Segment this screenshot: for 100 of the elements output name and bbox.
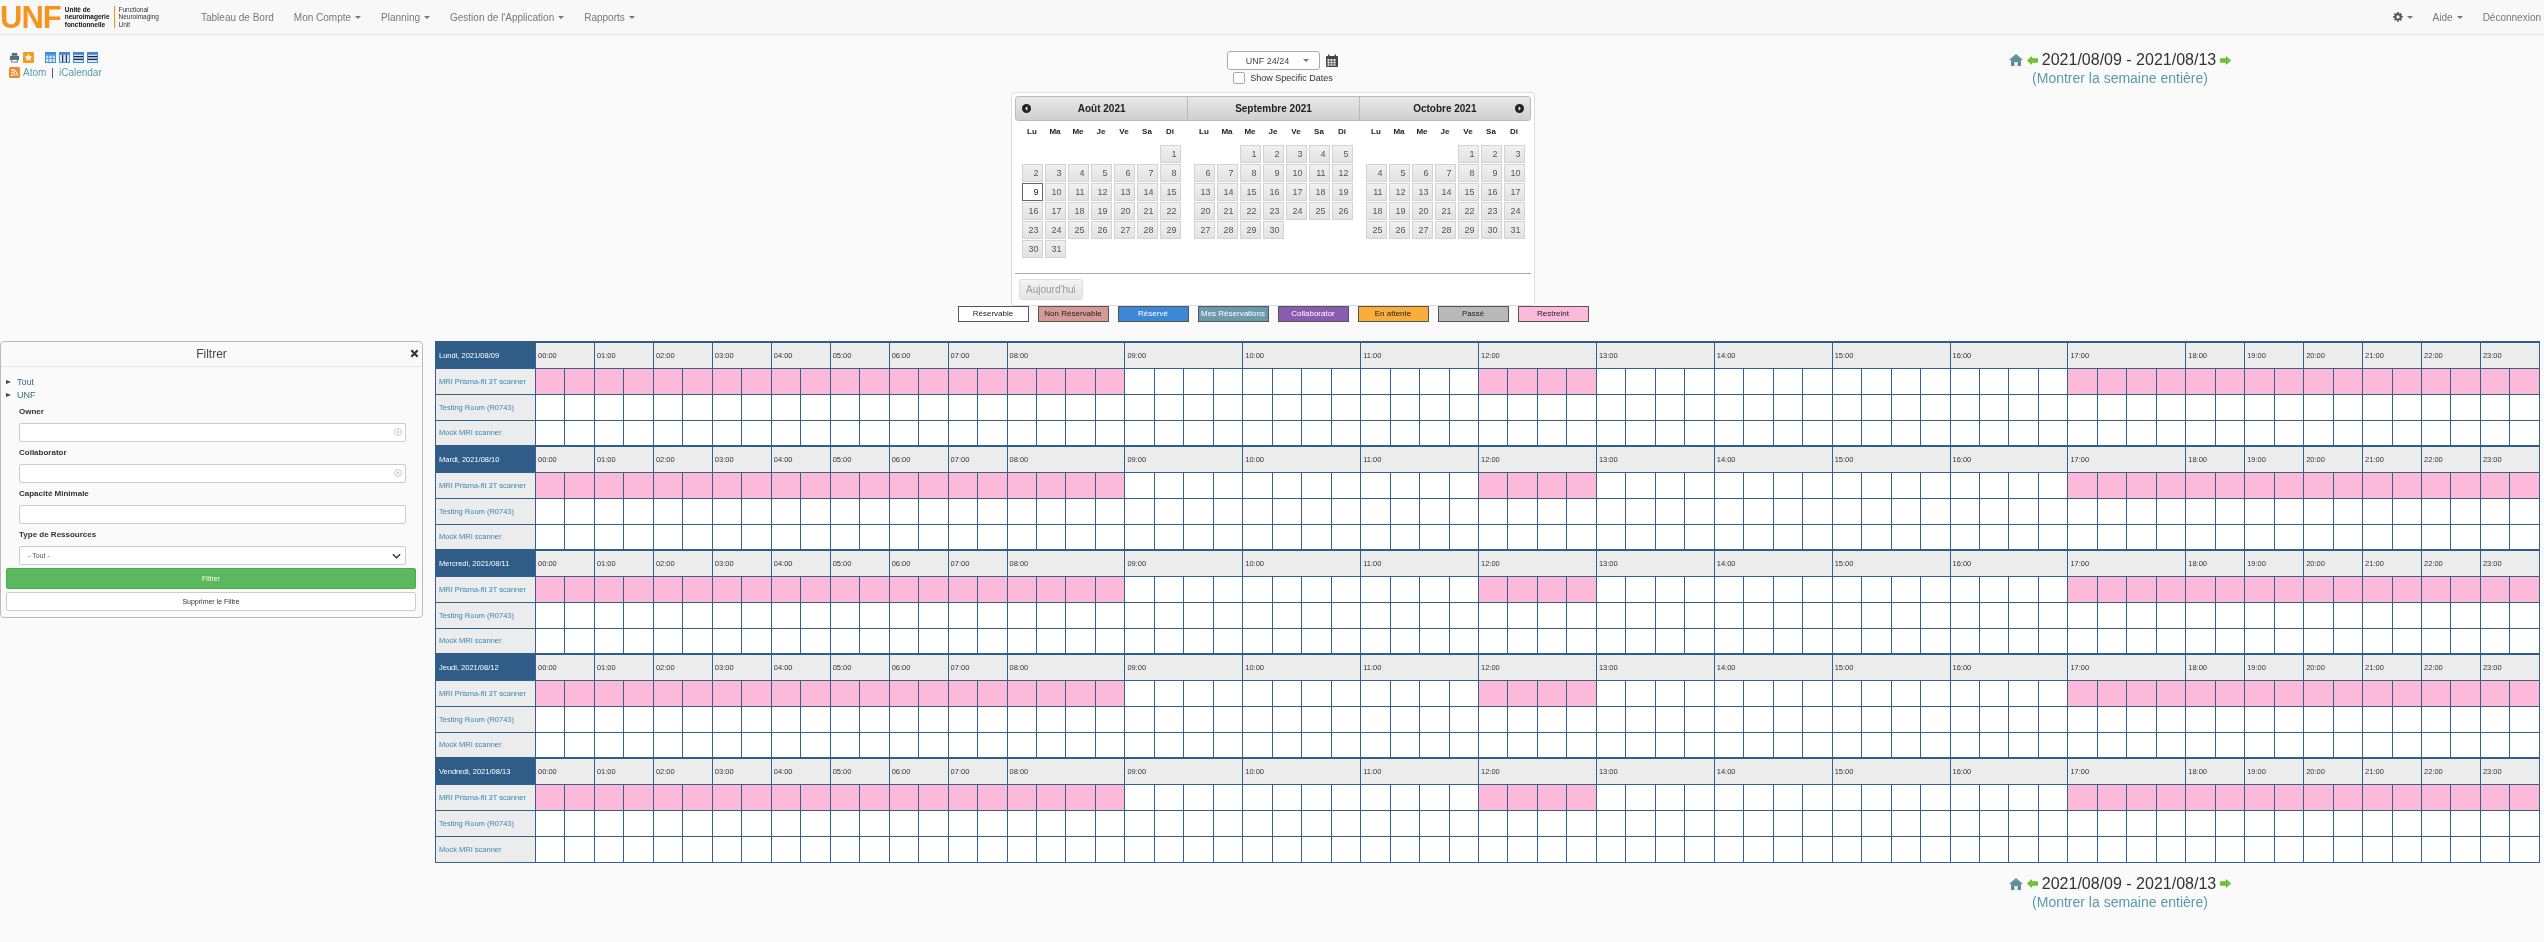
calendar-day[interactable]: 13 bbox=[1193, 183, 1215, 201]
calendar-day[interactable]: 13 bbox=[1113, 183, 1135, 201]
calendar-day[interactable]: 23 bbox=[1480, 202, 1502, 220]
calendar-day[interactable]: 20 bbox=[1411, 202, 1433, 220]
calendar-day[interactable]: 15 bbox=[1457, 183, 1479, 201]
nav-menu-item[interactable]: Rapports bbox=[574, 0, 645, 34]
calendar-day[interactable]: 14 bbox=[1434, 183, 1456, 201]
calendar-day[interactable]: 21 bbox=[1216, 202, 1238, 220]
calendar-icon[interactable] bbox=[1325, 53, 1339, 68]
calendar-day[interactable]: 29 bbox=[1457, 221, 1479, 239]
calendar-day[interactable]: 7 bbox=[1434, 164, 1456, 182]
calendar-day[interactable]: 31 bbox=[1044, 240, 1066, 258]
calendar-day[interactable]: 26 bbox=[1388, 221, 1410, 239]
calendar-day[interactable]: 7 bbox=[1136, 164, 1158, 182]
calendar-day[interactable]: 12 bbox=[1331, 164, 1353, 182]
schedule-select[interactable]: UNF 24/24 bbox=[1227, 51, 1320, 70]
calendar-day[interactable]: 27 bbox=[1193, 221, 1215, 239]
calendar-day[interactable]: 15 bbox=[1159, 183, 1181, 201]
calendar-day[interactable]: 17 bbox=[1503, 183, 1525, 201]
calendar-day[interactable]: 27 bbox=[1113, 221, 1135, 239]
calendar-day[interactable]: 10 bbox=[1044, 183, 1066, 201]
calendar-day[interactable]: 21 bbox=[1434, 202, 1456, 220]
calendar-day[interactable]: 26 bbox=[1331, 202, 1353, 220]
calendar-day[interactable]: 5 bbox=[1388, 164, 1410, 182]
calendar-day[interactable]: 8 bbox=[1457, 164, 1479, 182]
calendar-day[interactable]: 5 bbox=[1090, 164, 1112, 182]
calendar-day[interactable]: 2 bbox=[1480, 145, 1502, 163]
calendar-day[interactable]: 27 bbox=[1411, 221, 1433, 239]
close-icon[interactable] bbox=[410, 349, 419, 358]
checkbox[interactable] bbox=[1233, 72, 1246, 84]
expand-icon[interactable] bbox=[6, 379, 11, 384]
calendar-day[interactable]: 6 bbox=[1113, 164, 1135, 182]
calendar-day[interactable]: 10 bbox=[1503, 164, 1525, 182]
calendar-day[interactable]: 1 bbox=[1457, 145, 1479, 163]
nav-menu-item[interactable]: Tableau de Bord bbox=[191, 0, 284, 34]
calendar-day[interactable]: 12 bbox=[1388, 183, 1410, 201]
calendar-day[interactable]: 29 bbox=[1159, 221, 1181, 239]
calendar-day[interactable]: 4 bbox=[1067, 164, 1089, 182]
calendar-day[interactable]: 28 bbox=[1216, 221, 1238, 239]
previous-icon[interactable] bbox=[1022, 104, 1031, 113]
calendar-day[interactable]: 18 bbox=[1365, 202, 1387, 220]
input-field[interactable] bbox=[19, 505, 406, 524]
calendar-day[interactable]: 28 bbox=[1136, 221, 1158, 239]
calendar-day[interactable]: 24 bbox=[1044, 221, 1066, 239]
calendar-day[interactable]: 29 bbox=[1239, 221, 1261, 239]
expand-icon[interactable] bbox=[6, 392, 11, 397]
rows-view-icon[interactable] bbox=[73, 52, 84, 63]
calendar-day[interactable]: 3 bbox=[1044, 164, 1066, 182]
calendar-day[interactable]: 22 bbox=[1159, 202, 1181, 220]
calendar-day[interactable]: 5 bbox=[1331, 145, 1353, 163]
calendar-day[interactable]: 31 bbox=[1503, 221, 1525, 239]
calendar-day[interactable]: 2 bbox=[1262, 145, 1284, 163]
calendar-day[interactable]: 1 bbox=[1159, 145, 1181, 163]
calendar-day[interactable]: 25 bbox=[1308, 202, 1330, 220]
calendar-day[interactable]: 12 bbox=[1090, 183, 1112, 201]
calendar-day[interactable]: 2 bbox=[1021, 164, 1043, 182]
calendar-day[interactable]: 22 bbox=[1457, 202, 1479, 220]
calendar-day[interactable]: 4 bbox=[1365, 164, 1387, 182]
calendar-day[interactable]: 20 bbox=[1193, 202, 1215, 220]
calendar-day[interactable]: 7 bbox=[1216, 164, 1238, 182]
input-field[interactable] bbox=[19, 464, 406, 483]
calendar-day[interactable]: 23 bbox=[1262, 202, 1284, 220]
rows-view-icon[interactable] bbox=[87, 52, 98, 63]
calendar-day[interactable]: 11 bbox=[1067, 183, 1089, 201]
calendar-day[interactable]: 8 bbox=[1159, 164, 1181, 182]
columns-view-icon[interactable] bbox=[59, 52, 70, 63]
input-field[interactable] bbox=[19, 423, 406, 442]
calendar-day[interactable]: 8 bbox=[1239, 164, 1261, 182]
calendar-day[interactable]: 17 bbox=[1044, 202, 1066, 220]
calendar-day[interactable]: 30 bbox=[1262, 221, 1284, 239]
calendar-day[interactable]: 30 bbox=[1480, 221, 1502, 239]
calendar-day[interactable]: 14 bbox=[1216, 183, 1238, 201]
calendar-day[interactable]: 6 bbox=[1411, 164, 1433, 182]
tree-item[interactable]: UNF bbox=[17, 389, 36, 400]
calendar-day[interactable]: 11 bbox=[1365, 183, 1387, 201]
calendar-day[interactable]: 16 bbox=[1021, 202, 1043, 220]
nav-menu-item[interactable]: Déconnexion bbox=[2472, 0, 2544, 34]
calendar-day[interactable]: 25 bbox=[1067, 221, 1089, 239]
calendar-day[interactable]: 3 bbox=[1503, 145, 1525, 163]
calendar-day[interactable]: 23 bbox=[1021, 221, 1043, 239]
calendar-day[interactable]: 6 bbox=[1193, 164, 1215, 182]
calendar-day[interactable]: 3 bbox=[1285, 145, 1307, 163]
nav-menu-item[interactable]: Aide bbox=[2422, 0, 2473, 34]
calendar-day[interactable]: 16 bbox=[1480, 183, 1502, 201]
calendar-day[interactable]: 14 bbox=[1136, 183, 1158, 201]
nav-menu-item[interactable]: Gestion de l'Application bbox=[440, 0, 575, 34]
calendar-day[interactable]: 18 bbox=[1067, 202, 1089, 220]
calendar-day[interactable]: 11 bbox=[1308, 164, 1330, 182]
calendar-day[interactable]: 19 bbox=[1331, 183, 1353, 201]
next-icon[interactable] bbox=[1515, 104, 1524, 113]
calendar-day[interactable]: 18 bbox=[1308, 183, 1330, 201]
calendar-day[interactable]: 30 bbox=[1021, 240, 1043, 258]
calendar-day[interactable]: 16 bbox=[1262, 183, 1284, 201]
calendar-day[interactable]: 10 bbox=[1285, 164, 1307, 182]
calendar-day[interactable]: 20 bbox=[1113, 202, 1135, 220]
calendar-day[interactable]: 17 bbox=[1285, 183, 1307, 201]
nav-menu-item[interactable]: Mon Compte bbox=[283, 0, 372, 34]
calendar-day[interactable]: 9 bbox=[1262, 164, 1284, 182]
calendar-day[interactable]: 24 bbox=[1503, 202, 1525, 220]
calendar-day[interactable]: 19 bbox=[1388, 202, 1410, 220]
